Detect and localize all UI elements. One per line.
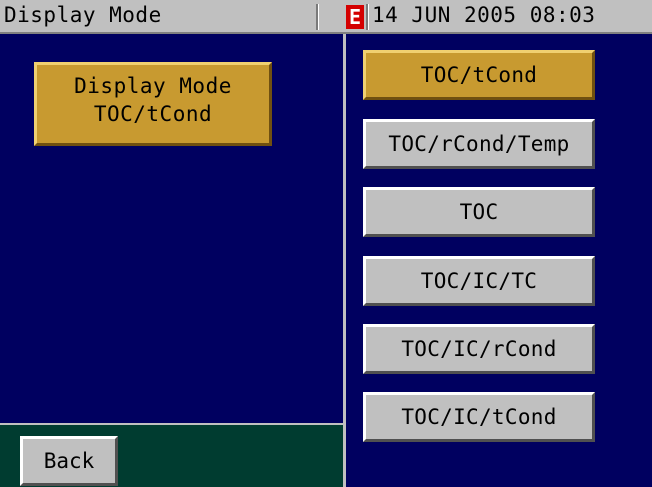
title-separator xyxy=(316,4,319,30)
datetime-separator xyxy=(366,4,369,30)
current-mode-heading: Display Mode xyxy=(74,74,232,98)
back-button[interactable]: Back xyxy=(20,436,118,486)
page-title: Display Mode xyxy=(4,3,162,27)
current-mode-value: TOC/tCond xyxy=(93,102,213,126)
datetime-display: 14 JUN 2005 08:03 xyxy=(372,3,596,27)
mode-option-toc-ic-rcond[interactable]: TOC/IC/rCond xyxy=(363,324,595,374)
footer-bar: Back xyxy=(0,423,343,487)
title-bar: Display Mode E 14 JUN 2005 08:03 xyxy=(0,0,652,34)
mode-option-toc[interactable]: TOC xyxy=(363,187,595,237)
mode-option-toc-rcond-temp[interactable]: TOC/rCond/Temp xyxy=(363,119,595,169)
current-mode-box: Display Mode TOC/tCond xyxy=(34,62,272,146)
mode-options-panel: TOC/tCond TOC/rCond/Temp TOC TOC/IC/TC T… xyxy=(346,34,652,487)
left-panel: Display Mode TOC/tCond xyxy=(0,34,345,423)
error-indicator-icon[interactable]: E xyxy=(346,5,364,29)
screen: Display Mode E 14 JUN 2005 08:03 Display… xyxy=(0,0,652,487)
mode-option-toc-ic-tcond[interactable]: TOC/IC/tCond xyxy=(363,392,595,442)
mode-option-toc-ic-tc[interactable]: TOC/IC/TC xyxy=(363,256,595,306)
mode-option-toc-tcond[interactable]: TOC/tCond xyxy=(363,50,595,100)
